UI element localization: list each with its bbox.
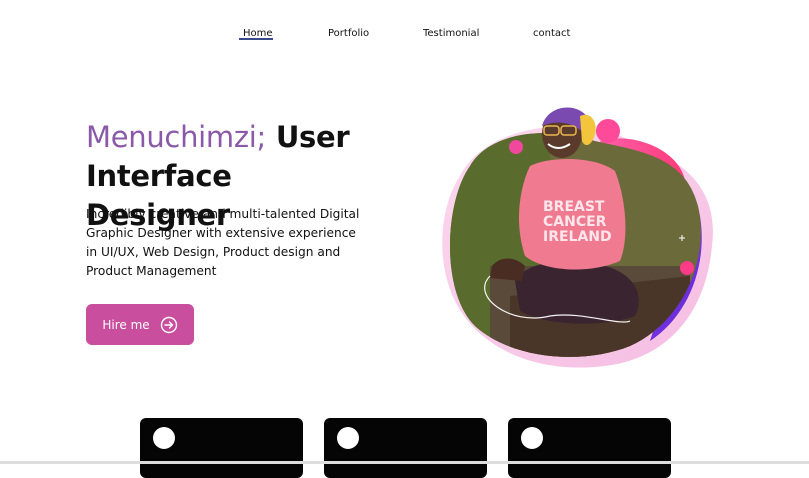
hero-portrait: BREAST CANCER IRELAND xyxy=(430,96,730,371)
project-card[interactable] xyxy=(508,418,671,478)
nav-active-underline xyxy=(239,38,273,40)
svg-text:IRELAND: IRELAND xyxy=(543,229,612,245)
circle-icon xyxy=(521,427,543,449)
nav-portfolio[interactable]: Portfolio xyxy=(328,28,369,39)
svg-text:BREAST: BREAST xyxy=(543,199,605,215)
nav-testimonial[interactable]: Testimonial xyxy=(423,28,479,39)
main-nav: Home Portfolio Testimonial contact xyxy=(0,28,809,48)
circle-icon xyxy=(153,427,175,449)
nav-contact[interactable]: contact xyxy=(533,28,570,39)
hero-description: Incredibly creative and multi-talented D… xyxy=(86,207,360,278)
hire-me-button[interactable]: Hire me xyxy=(86,304,194,345)
project-card[interactable] xyxy=(140,418,303,478)
hire-me-label: Hire me xyxy=(102,317,150,332)
hero-role-line1: User xyxy=(275,120,350,154)
circle-icon xyxy=(337,427,359,449)
arrow-right-circle-icon xyxy=(160,316,178,334)
project-card[interactable] xyxy=(324,418,487,478)
hero-name: Menuchimzi; xyxy=(86,120,267,154)
svg-text:CANCER: CANCER xyxy=(543,214,607,230)
